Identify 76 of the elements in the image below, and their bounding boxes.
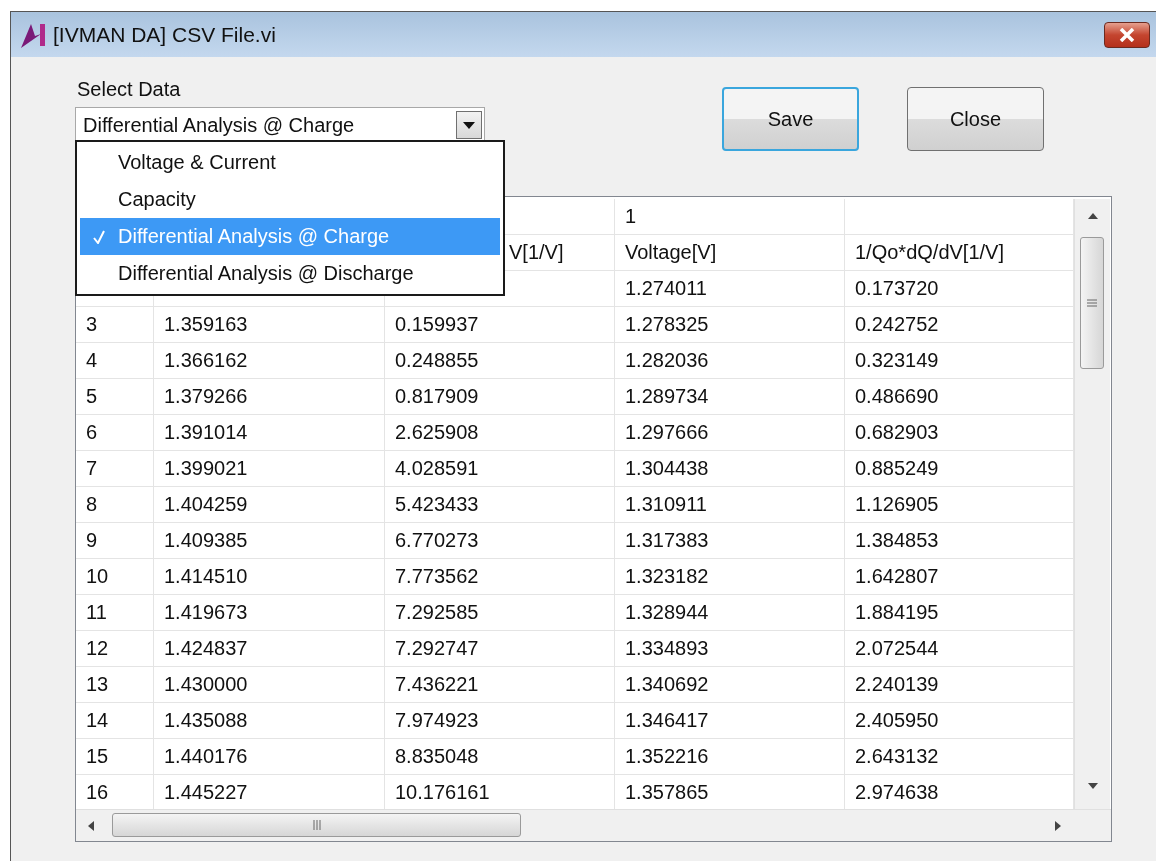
- row-number-cell: 3: [76, 307, 154, 343]
- table-cell: 1.391014: [154, 415, 385, 451]
- table-cell: 1.399021: [154, 451, 385, 487]
- window-title: [IVMAN DA] CSV File.vi: [53, 22, 277, 47]
- table-cell: 1.352216: [615, 739, 845, 775]
- select-data-label: Select Data: [77, 78, 182, 101]
- row-number-cell: 9: [76, 523, 154, 559]
- menu-item[interactable]: Capacity: [80, 181, 500, 218]
- table-cell: 5.423433: [385, 487, 615, 523]
- close-icon: [1119, 27, 1135, 42]
- table-cell: 1.419673: [154, 595, 385, 631]
- row-number-cell: 6: [76, 415, 154, 451]
- table-cell: 7.773562: [385, 559, 615, 595]
- grip-icon: [1087, 299, 1097, 307]
- table-cell: 1.334893: [615, 631, 845, 667]
- table-cell: 6.770273: [385, 523, 615, 559]
- table-cell: 1.304438: [615, 451, 845, 487]
- table-cell: 0.248855: [385, 343, 615, 379]
- table-cell: Voltage[V]: [615, 235, 845, 271]
- row-number-cell: 15: [76, 739, 154, 775]
- table-cell: 1.404259: [154, 487, 385, 523]
- table-cell: 1.282036: [615, 343, 845, 379]
- table-cell: 1: [615, 199, 845, 235]
- table-cell: 1.274011: [615, 271, 845, 307]
- table-cell: 1.323182: [615, 559, 845, 595]
- scroll-down-icon: [1087, 783, 1098, 789]
- row-number-cell: 11: [76, 595, 154, 631]
- table-cell: 1.409385: [154, 523, 385, 559]
- row-number-cell: 14: [76, 703, 154, 739]
- table-cell: 7.974923: [385, 703, 615, 739]
- save-button[interactable]: Save: [722, 87, 859, 151]
- grip-icon: [312, 820, 321, 830]
- check-icon: [93, 229, 105, 244]
- scroll-left-icon: [88, 820, 94, 831]
- table-cell: 1.430000: [154, 667, 385, 703]
- row-number-cell: 12: [76, 631, 154, 667]
- dropdown-arrow-icon: [463, 121, 475, 129]
- table-cell: 1.440176: [154, 739, 385, 775]
- table-cell: 0.817909: [385, 379, 615, 415]
- table-cell: 7.436221: [385, 667, 615, 703]
- table-cell: 7.292585: [385, 595, 615, 631]
- menu-item[interactable]: Voltage & Current: [80, 144, 500, 181]
- row-number-cell: 5: [76, 379, 154, 415]
- horizontal-scrollbar[interactable]: [76, 809, 1111, 841]
- vertical-scrollbar[interactable]: [1074, 199, 1110, 809]
- row-number-cell: 10: [76, 559, 154, 595]
- table-cell: 4.028591: [385, 451, 615, 487]
- select-data-dropdown[interactable]: Differential Analysis @ Charge: [75, 107, 485, 143]
- table-cell: 2.625908: [385, 415, 615, 451]
- table-cell: 1.359163: [154, 307, 385, 343]
- table-cell: 1.424837: [154, 631, 385, 667]
- table-cell: 1.317383: [615, 523, 845, 559]
- table-cell: 1.346417: [615, 703, 845, 739]
- row-number-cell: 8: [76, 487, 154, 523]
- close-button[interactable]: [1104, 21, 1150, 48]
- table-cell: 8.835048: [385, 739, 615, 775]
- table-cell: 1.328944: [615, 595, 845, 631]
- scroll-thumb[interactable]: [1080, 237, 1104, 369]
- table-cell: 1.414510: [154, 559, 385, 595]
- table-cell: 1.340692: [615, 667, 845, 703]
- row-number-cell: 13: [76, 667, 154, 703]
- table-cell: 1.379266: [154, 379, 385, 415]
- scroll-right-icon: [1055, 820, 1061, 831]
- row-number-cell: 4: [76, 343, 154, 379]
- scroll-up-icon: [1087, 213, 1098, 219]
- table-cell: 1.310911: [615, 487, 845, 523]
- table-cell: 1.366162: [154, 343, 385, 379]
- table-cell: 1.435088: [154, 703, 385, 739]
- row-number-cell: 7: [76, 451, 154, 487]
- close-button[interactable]: Close: [907, 87, 1044, 151]
- scroll-thumb[interactable]: [112, 813, 521, 837]
- table-cell: 7.292747: [385, 631, 615, 667]
- table-cell: 1.278325: [615, 307, 845, 343]
- table-cell: 1.289734: [615, 379, 845, 415]
- table-cell: 1.297666: [615, 415, 845, 451]
- table-cell: 0.159937: [385, 307, 615, 343]
